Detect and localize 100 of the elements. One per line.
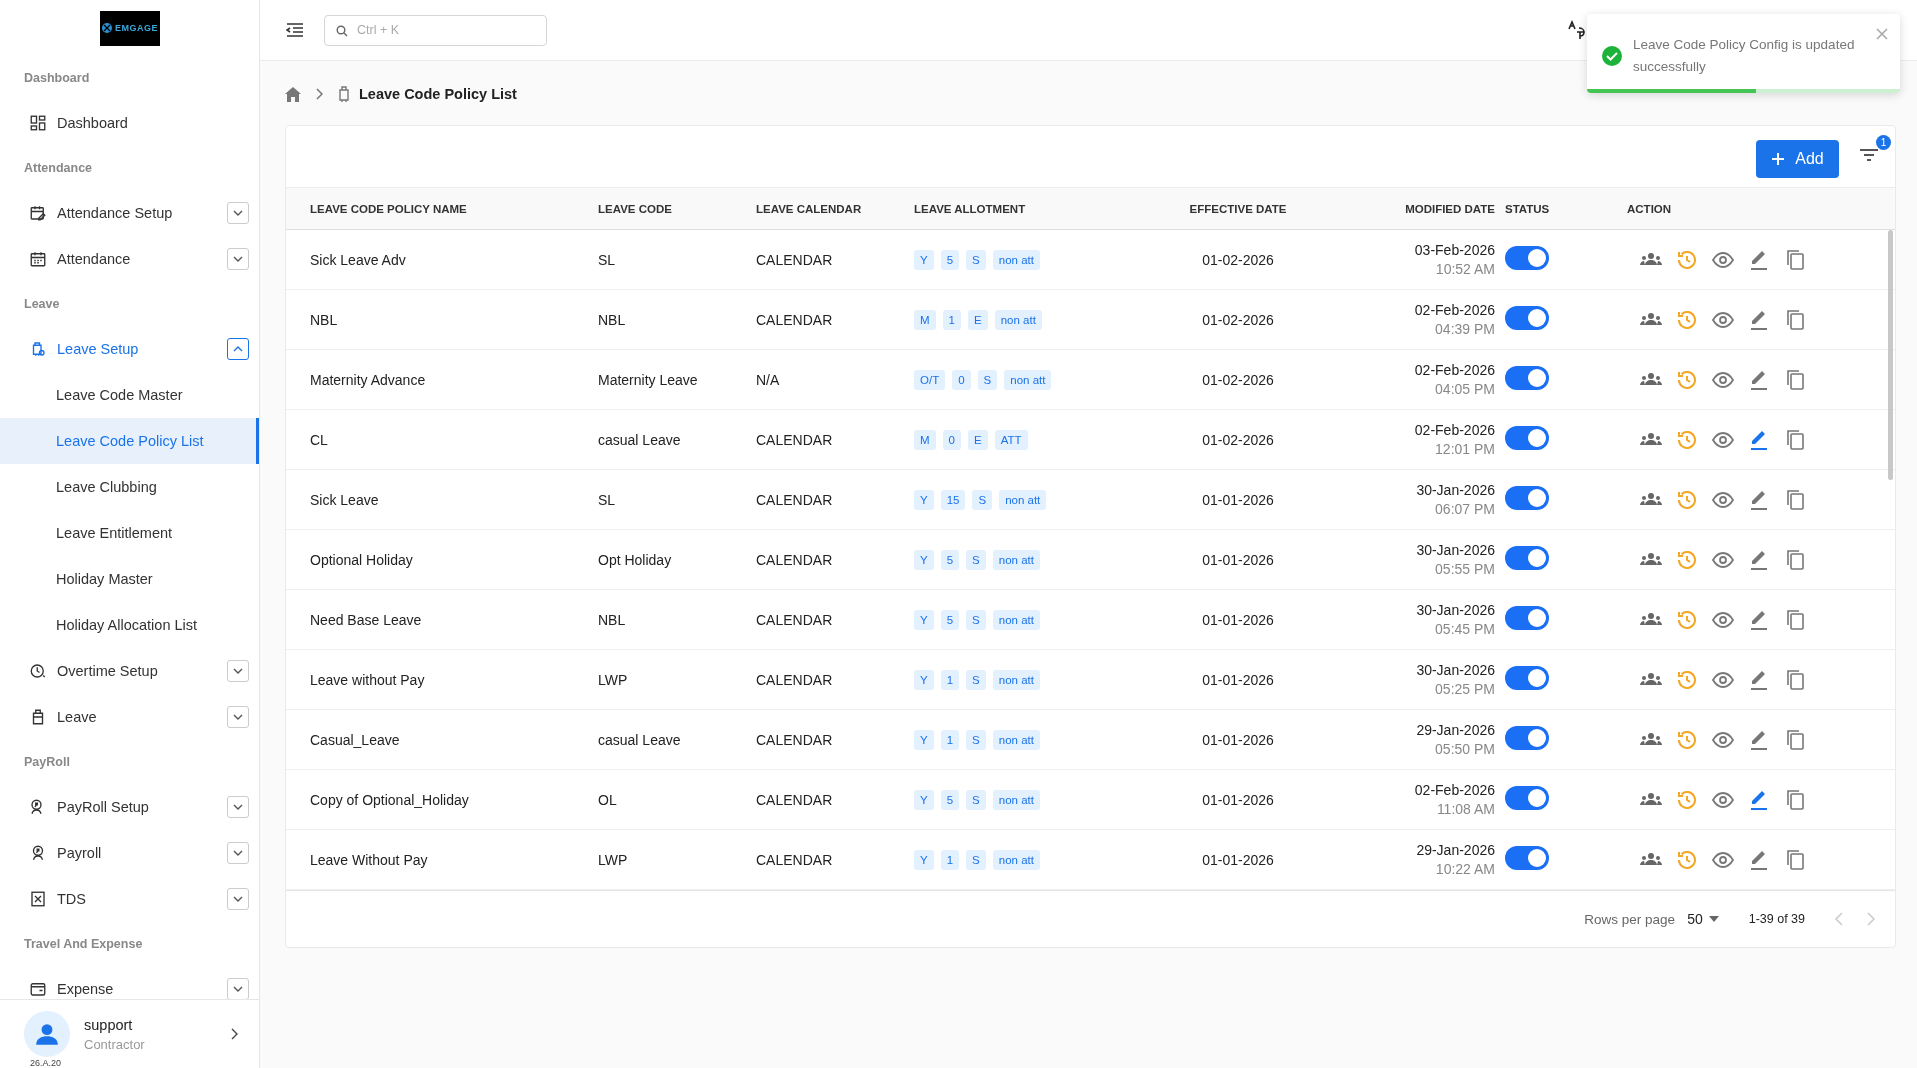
nav-subitem[interactable]: Leave Code Policy List <box>0 418 259 464</box>
column-header: LEAVE CODE POLICY NAME <box>309 202 468 215</box>
allotment-tag: Y <box>914 549 934 570</box>
menu-icon[interactable] <box>286 22 304 38</box>
modified-date: 02-Feb-2026 <box>1414 362 1495 378</box>
table-cell-text: 01-01-2026 <box>1201 851 1275 868</box>
allotment-tag: 5 <box>940 249 960 270</box>
table-cell-text: CALENDAR <box>756 791 834 808</box>
chevron-right-icon[interactable] <box>229 1027 239 1041</box>
nav-icon <box>29 662 47 680</box>
expand-toggle[interactable] <box>227 978 249 999</box>
table-cell-text: 01-01-2026 <box>1201 671 1275 688</box>
expand-toggle[interactable] <box>227 660 249 682</box>
allotment-tag: 5 <box>940 549 960 570</box>
user-role: Contractor <box>84 1036 146 1052</box>
toast-message: Leave Code Policy Config is updated successfully <box>1633 36 1856 76</box>
status-toggle[interactable] <box>1505 426 1549 450</box>
table-cell-text: Sick Leave <box>309 491 380 508</box>
rows-per-page-select[interactable]: 50 <box>1687 911 1737 927</box>
add-button[interactable]: Add <box>1756 139 1839 178</box>
nav-icon <box>29 204 47 222</box>
nav-item[interactable]: Overtime Setup <box>0 648 259 694</box>
status-toggle[interactable] <box>1505 606 1549 630</box>
nav-item[interactable]: Attendance Setup <box>0 190 259 236</box>
table-cell-text: CALENDAR <box>756 731 834 748</box>
column-header: MODIFIED DATE <box>1404 202 1496 215</box>
table-cell-text: OL <box>598 791 618 808</box>
table-cell-text: 01-01-2026 <box>1201 611 1275 628</box>
expand-toggle[interactable] <box>227 706 249 728</box>
allotment-tag: non att <box>1004 369 1052 390</box>
table-cell-text: 01-01-2026 <box>1201 731 1275 748</box>
check-circle-icon <box>1601 44 1623 67</box>
nav-item[interactable]: Leave Setup <box>0 326 259 372</box>
avatar[interactable] <box>24 1011 70 1057</box>
modified-date: 30-Jan-2026 <box>1416 542 1495 558</box>
modified-time: 05:25 PM <box>1435 681 1495 697</box>
column-header: LEAVE ALLOTMENT <box>914 202 1027 215</box>
nav-item[interactable]: Attendance <box>0 236 259 282</box>
expand-toggle[interactable] <box>227 202 249 224</box>
column-header: LEAVE CALENDAR <box>756 202 863 215</box>
allotment-tag: S <box>966 669 986 690</box>
search-field[interactable]: Ctrl + K <box>324 14 547 46</box>
modified-date: 30-Jan-2026 <box>1416 662 1495 678</box>
allotment-tag: E <box>968 429 988 450</box>
page-range: 1-39 of 39 <box>1748 912 1805 926</box>
table-cell-text: CALENDAR <box>756 431 834 448</box>
allotment-tag: E <box>968 309 988 330</box>
modified-time: 04:05 PM <box>1435 381 1495 397</box>
allotment-tag: S <box>966 249 986 270</box>
expand-toggle[interactable] <box>227 796 249 818</box>
table-cell-text: casual Leave <box>598 731 682 748</box>
status-toggle[interactable] <box>1505 486 1549 510</box>
section-label: PayRoll <box>23 754 71 771</box>
table-cell-text: CALENDAR <box>756 671 834 688</box>
nav-subitem[interactable]: Leave Clubbing <box>0 464 259 510</box>
nav-item[interactable]: Payroll <box>0 830 259 876</box>
table-cell-text: NBL <box>598 311 627 328</box>
allotment-tag: ATT <box>994 429 1028 450</box>
allotment-tag: non att <box>992 609 1040 630</box>
table-cell-text: Maternity Advance <box>309 371 427 388</box>
table-cell-text: LWP <box>598 851 629 868</box>
status-toggle[interactable] <box>1505 546 1549 570</box>
modified-time: 04:39 PM <box>1435 321 1495 337</box>
nav-item[interactable]: Dashboard <box>0 100 259 146</box>
allotment-tag: non att <box>992 549 1040 570</box>
translate-icon[interactable] <box>1567 20 1587 40</box>
status-toggle[interactable] <box>1505 666 1549 690</box>
allotment-tag: non att <box>992 849 1040 870</box>
modified-date: 29-Jan-2026 <box>1416 722 1495 738</box>
nav-subitem[interactable]: Holiday Master <box>0 556 259 602</box>
table-cell-text: Leave Without Pay <box>309 851 429 868</box>
status-toggle[interactable] <box>1505 366 1549 390</box>
nav-subitem[interactable]: Leave Entitlement <box>0 510 259 556</box>
status-toggle[interactable] <box>1505 726 1549 750</box>
nav-item[interactable]: Expense <box>0 966 259 999</box>
expand-toggle[interactable] <box>227 248 249 270</box>
status-toggle[interactable] <box>1505 246 1549 270</box>
nav-subitem[interactable]: Leave Code Master <box>0 372 259 418</box>
table-cell-text: CALENDAR <box>756 251 834 268</box>
nav-subitem[interactable]: Holiday Allocation List <box>0 602 259 648</box>
home-icon[interactable] <box>285 86 301 102</box>
nav-item[interactable]: PayRoll Setup <box>0 784 259 830</box>
nav-item[interactable]: Leave <box>0 694 259 740</box>
section-label: Attendance <box>23 160 94 177</box>
scrollbar[interactable] <box>1888 230 1893 480</box>
allotment-tag: non att <box>992 249 1040 270</box>
expand-toggle[interactable] <box>227 842 249 864</box>
expand-toggle[interactable] <box>227 888 249 910</box>
status-toggle[interactable] <box>1505 786 1549 810</box>
allotment-tag: Y <box>914 669 934 690</box>
allotment-tag: 1 <box>942 309 961 330</box>
version-label: 26.A.20 <box>30 1058 62 1068</box>
nav-item[interactable]: TDS <box>0 876 259 922</box>
table-cell-text: CALENDAR <box>756 851 834 868</box>
expand-toggle[interactable] <box>227 338 249 360</box>
nav-icon <box>29 250 47 268</box>
status-toggle[interactable] <box>1505 306 1549 330</box>
nav-icon <box>29 890 47 908</box>
status-toggle[interactable] <box>1505 846 1549 870</box>
allotment-tag: 0 <box>942 429 961 450</box>
